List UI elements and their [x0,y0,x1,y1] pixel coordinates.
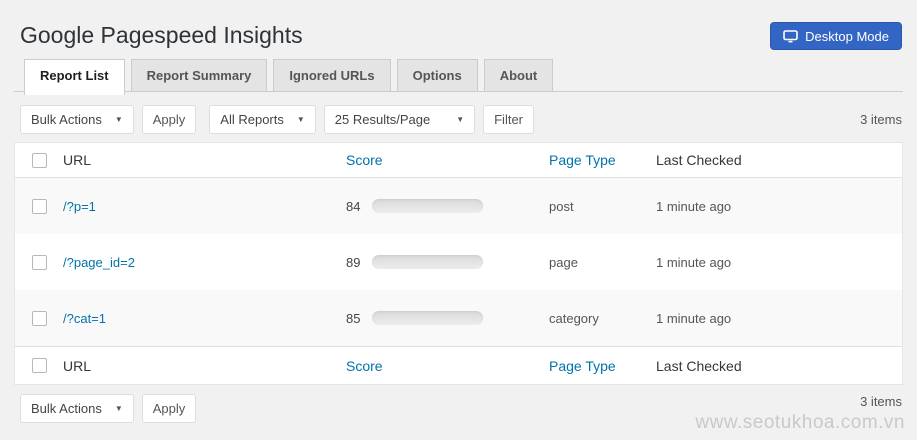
table-footer-row: URL Score Page Type Last Checked [15,346,902,384]
report-list-table: URL Score Page Type Last Checked /?p=1 8… [14,142,903,385]
filter-button[interactable]: Filter [483,105,534,134]
column-header-url: URL [63,152,346,168]
column-header-page-type[interactable]: Page Type [549,152,656,168]
pagespeed-insights-admin-page: Google Pagespeed Insights Desktop Mode R… [0,0,917,440]
page-header: Google Pagespeed Insights Desktop Mode [0,0,917,58]
select-all-checkbox[interactable] [32,153,47,168]
tab-report-summary[interactable]: Report Summary [131,59,268,92]
last-checked-value: 1 minute ago [656,255,902,270]
chevron-down-icon: ▼ [115,404,123,413]
row-checkbox[interactable] [32,311,47,326]
table-row: /?cat=1 85 category 1 minute ago [15,290,902,346]
chevron-down-icon: ▼ [456,115,464,124]
row-checkbox[interactable] [32,199,47,214]
score-bar [372,311,483,325]
desktop-mode-label: Desktop Mode [805,29,889,44]
nav-tab-bar: Report List Report Summary Ignored URLs … [14,58,903,92]
column-footer-url: URL [63,358,346,374]
page-type-value: post [549,199,656,214]
results-per-page-select[interactable]: 25 Results/Page ▼ [324,105,475,134]
report-filter-value: All Reports [220,112,284,127]
apply-button-bottom[interactable]: Apply [142,394,197,423]
score-bar [372,199,483,213]
select-all-checkbox[interactable] [32,358,47,373]
page-type-value: category [549,311,656,326]
results-per-page-value: 25 Results/Page [335,112,430,127]
table-header-row: URL Score Page Type Last Checked [15,143,902,178]
tab-options[interactable]: Options [397,59,478,92]
score-value: 84 [346,199,370,214]
tab-report-list[interactable]: Report List [24,59,125,95]
column-header-score[interactable]: Score [346,152,549,168]
score-value: 85 [346,311,370,326]
chevron-down-icon: ▼ [115,115,123,124]
column-footer-page-type[interactable]: Page Type [549,358,656,374]
report-url-link[interactable]: /?page_id=2 [63,255,346,270]
bulk-actions-select-bottom[interactable]: Bulk Actions ▼ [20,394,134,423]
score-bar [372,255,483,269]
bulk-actions-select[interactable]: Bulk Actions ▼ [20,105,134,134]
tab-about[interactable]: About [484,59,554,92]
column-header-last-checked: Last Checked [656,152,902,168]
report-url-link[interactable]: /?cat=1 [63,311,346,326]
row-checkbox[interactable] [32,255,47,270]
page-type-value: page [549,255,656,270]
last-checked-value: 1 minute ago [656,311,902,326]
monitor-icon [783,30,798,43]
item-count-top: 3 items [860,112,902,127]
table-row: /?page_id=2 89 page 1 minute ago [15,234,902,290]
score-value: 89 [346,255,370,270]
column-footer-last-checked: Last Checked [656,358,902,374]
desktop-mode-button[interactable]: Desktop Mode [770,22,902,50]
last-checked-value: 1 minute ago [656,199,902,214]
apply-button[interactable]: Apply [142,105,197,134]
watermark-text: www.seotukhoa.com.vn [695,412,905,434]
bulk-actions-value: Bulk Actions [31,112,102,127]
column-footer-score[interactable]: Score [346,358,549,374]
chevron-down-icon: ▼ [297,115,305,124]
item-count-bottom: 3 items [860,394,902,409]
report-url-link[interactable]: /?p=1 [63,199,346,214]
bulk-actions-value: Bulk Actions [31,401,102,416]
tab-ignored-urls[interactable]: Ignored URLs [273,59,390,92]
table-row: /?p=1 84 post 1 minute ago [15,178,902,234]
top-toolbar: Bulk Actions ▼ Apply All Reports ▼ 25 Re… [20,105,902,134]
report-filter-select[interactable]: All Reports ▼ [209,105,316,134]
